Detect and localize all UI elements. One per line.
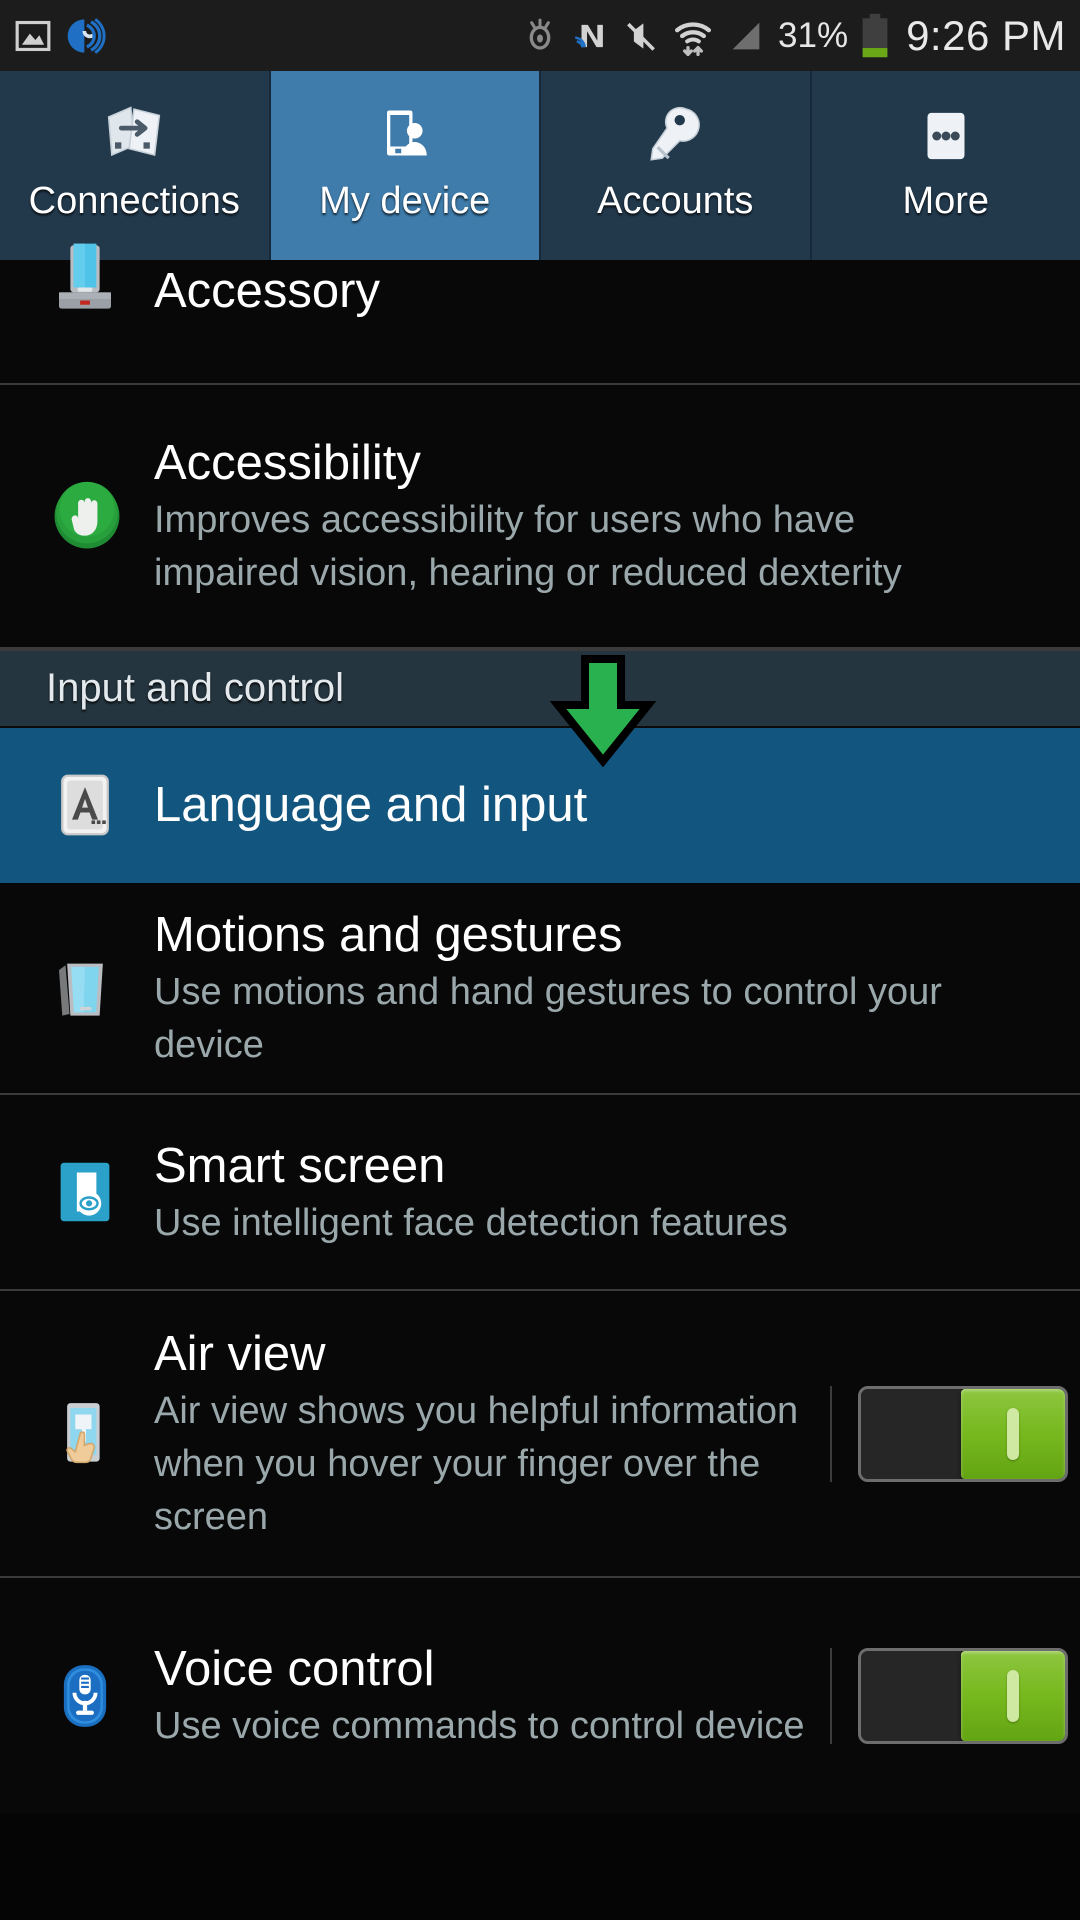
smart-screen-text-col: Smart screen Use intelligent face detect… <box>154 1135 1080 1250</box>
air-view-toggle-wrap <box>830 1385 1080 1482</box>
image-gallery-icon <box>14 17 52 55</box>
settings-list[interactable]: Accessory Accessibility Improves accessi… <box>0 243 1080 1813</box>
toggle-track <box>861 1388 961 1479</box>
signal-icon <box>726 16 766 56</box>
toggle-thumb <box>961 1650 1065 1741</box>
list-item-subtitle: Improves accessibility for users who hav… <box>154 499 902 594</box>
air-view-text-col: Air view Air view shows you helpful info… <box>154 1323 830 1544</box>
voice-control-toggle-wrap <box>830 1647 1080 1744</box>
list-item-title: Smart screen <box>154 1138 446 1193</box>
more-dots-icon <box>909 93 983 179</box>
language-input-key-icon <box>46 766 154 844</box>
list-item-subtitle: Use voice commands to control device <box>154 1705 805 1747</box>
status-bar-right-icons: 31% 9:26 PM <box>520 12 1066 60</box>
list-item-accessibility[interactable]: Accessibility Improves accessibility for… <box>0 385 1080 649</box>
list-item-title: Accessory <box>154 264 381 318</box>
list-item-language-and-input[interactable]: Language and input <box>0 728 1080 883</box>
battery-percent-label: 31% <box>778 15 849 55</box>
voice-control-mic-icon <box>46 1657 154 1735</box>
tab-accounts[interactable]: Accounts <box>541 71 812 260</box>
air-view-finger-icon <box>46 1395 154 1473</box>
toggle-track <box>861 1650 961 1741</box>
voice-control-text-col: Voice control Use voice commands to cont… <box>154 1638 830 1753</box>
accounts-key-icon <box>637 93 713 179</box>
list-item-air-view[interactable]: Air view Air view shows you helpful info… <box>0 1291 1080 1578</box>
list-item-subtitle: Use intelligent face detection features <box>154 1201 788 1244</box>
list-item-title: Voice control <box>154 1642 435 1696</box>
list-item-title: Air view <box>154 1327 326 1381</box>
list-item-motions-and-gestures[interactable]: Motions and gestures Use motions and han… <box>0 883 1080 1095</box>
phone-screen: 31% 9:26 PM Connections My device Accoun… <box>0 0 1080 1920</box>
smart-stay-blue-icon <box>66 16 106 56</box>
battery-icon <box>860 13 890 59</box>
eye-smart-stay-icon <box>520 16 560 56</box>
accessory-text-col: Accessory <box>154 260 1080 322</box>
tab-label-connections: Connections <box>28 180 240 222</box>
tab-label-more: More <box>902 180 990 222</box>
list-item-smart-screen[interactable]: Smart screen Use intelligent face detect… <box>0 1095 1080 1291</box>
list-item-accessory[interactable]: Accessory <box>0 243 1080 385</box>
section-header-label: Input and control <box>46 666 344 710</box>
language-input-text-col: Language and input <box>154 774 1080 836</box>
tab-label-my-device: My device <box>319 180 491 222</box>
tab-label-accounts: Accounts <box>597 180 754 222</box>
section-header-input-and-control: Input and control <box>0 649 1080 728</box>
list-item-title: Motions and gestures <box>154 908 623 962</box>
air-view-toggle[interactable] <box>858 1385 1068 1482</box>
accessibility-text-col: Accessibility Improves accessibility for… <box>154 432 1080 600</box>
list-item-subtitle: Use motions and hand gestures to control… <box>154 971 942 1066</box>
toggle-separator <box>830 1647 832 1744</box>
mute-icon <box>622 17 660 55</box>
tab-more[interactable]: More <box>811 71 1080 260</box>
list-item-title: Accessibility <box>154 436 421 490</box>
status-bar-left-icons <box>14 16 106 56</box>
nfc-icon <box>572 16 610 56</box>
status-bar: 31% 9:26 PM <box>0 0 1080 71</box>
toggle-thumb <box>961 1388 1065 1479</box>
my-device-icon <box>369 93 441 179</box>
settings-tab-bar: Connections My device Accounts More <box>0 71 1080 260</box>
motions-gestures-icon <box>46 949 154 1027</box>
toggle-thumb-bar <box>1007 1669 1019 1722</box>
accessory-dock-icon <box>46 242 154 320</box>
tab-connections[interactable]: Connections <box>0 71 271 260</box>
toggle-thumb-bar <box>1007 1407 1019 1460</box>
voice-control-toggle[interactable] <box>858 1647 1068 1744</box>
smart-screen-icon <box>46 1153 154 1231</box>
motions-gestures-text-col: Motions and gestures Use motions and han… <box>154 904 1080 1072</box>
list-item-voice-control[interactable]: Voice control Use voice commands to cont… <box>0 1578 1080 1813</box>
connections-icon <box>96 93 172 179</box>
list-item-title: Language and input <box>154 777 588 832</box>
wifi-icon <box>672 16 714 56</box>
status-bar-clock: 9:26 PM <box>906 11 1066 59</box>
toggle-separator <box>830 1385 832 1482</box>
accessibility-hand-icon <box>46 475 154 557</box>
list-item-subtitle: Air view shows you helpful information w… <box>154 1390 799 1538</box>
tab-my-device[interactable]: My device <box>270 71 541 260</box>
